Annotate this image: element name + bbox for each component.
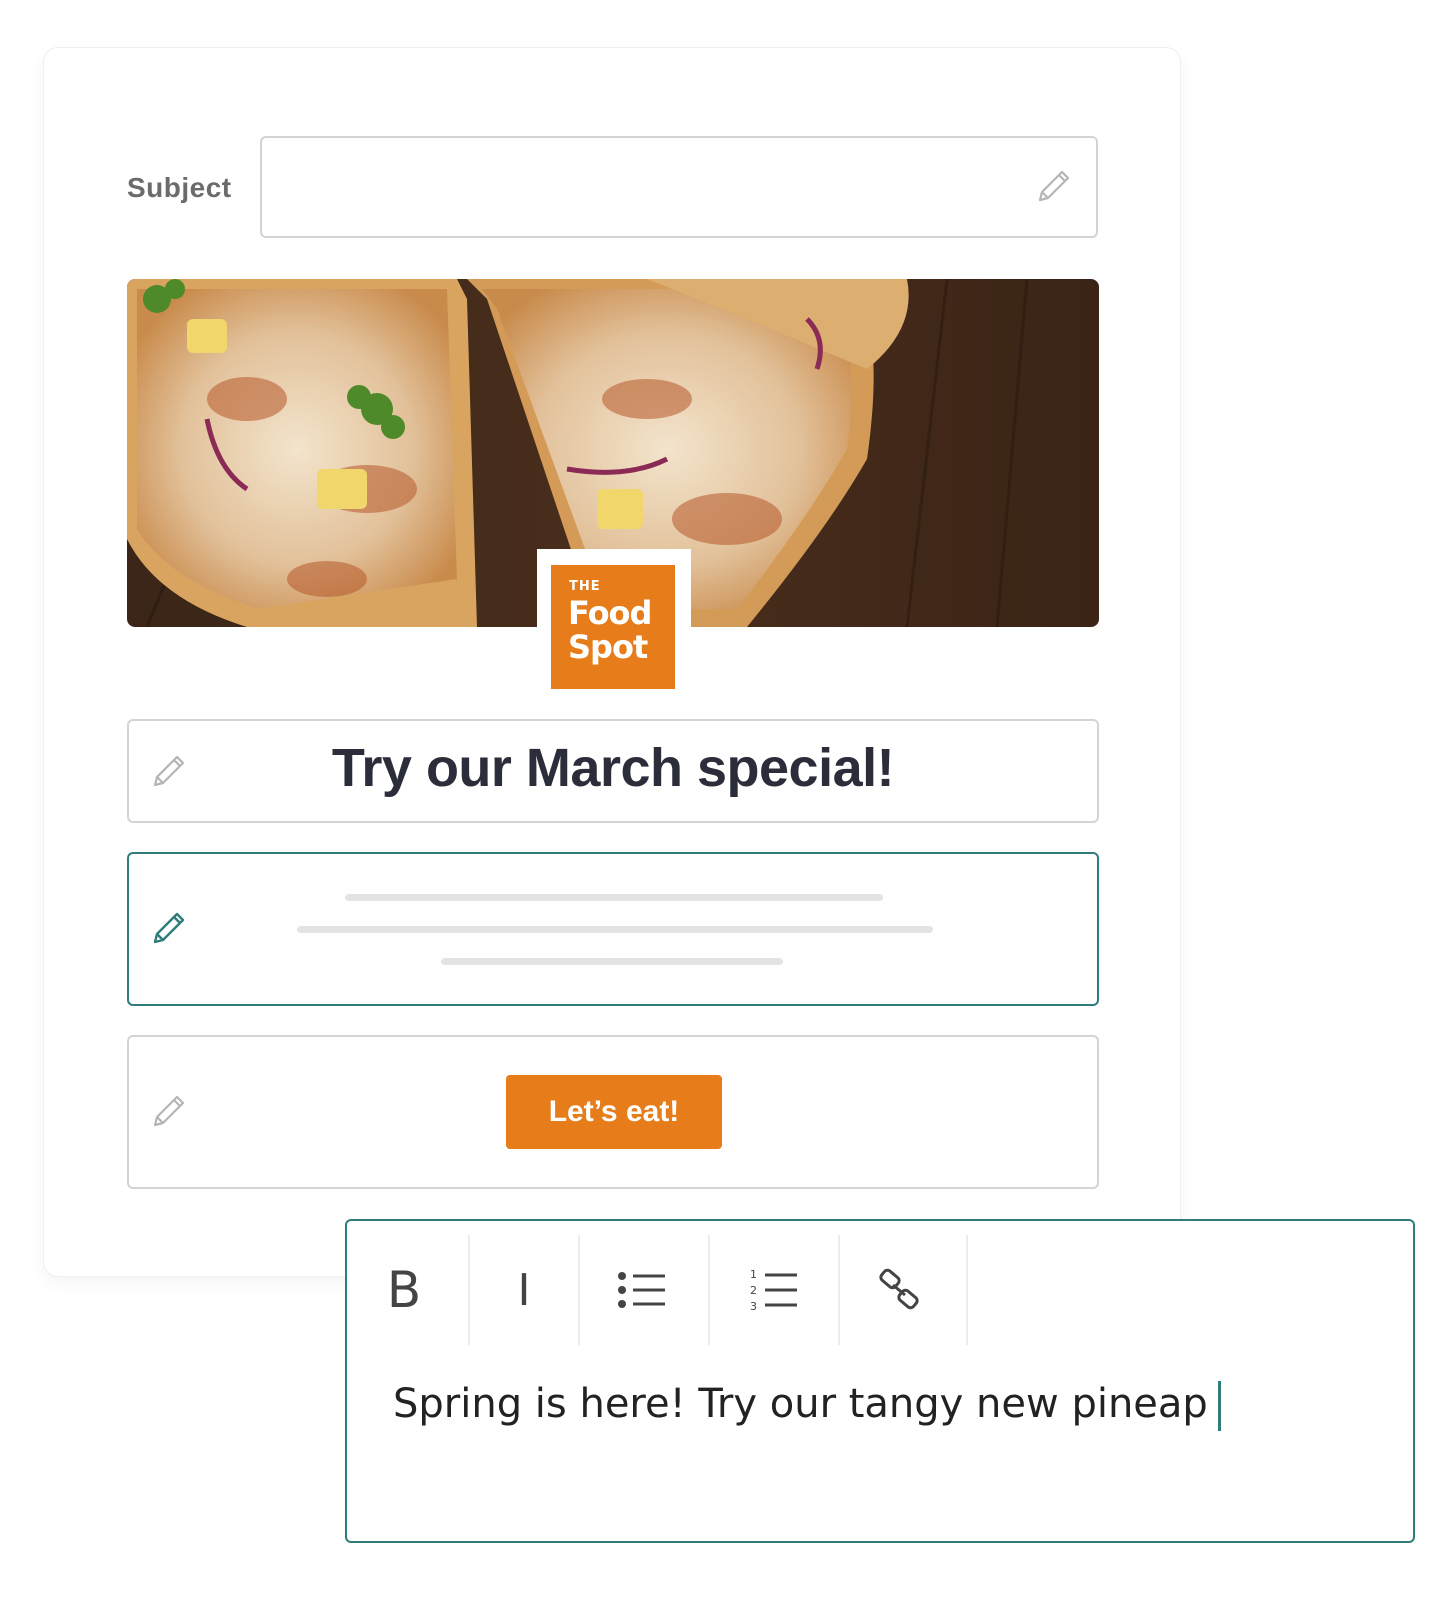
bullet-list-button[interactable] — [597, 1245, 687, 1335]
logo-line-3: Spot — [568, 628, 648, 666]
link-icon — [879, 1268, 919, 1310]
pencil-icon[interactable] — [147, 1089, 191, 1133]
text-placeholder-line — [297, 926, 933, 933]
numbered-list-icon: 1 2 3 — [750, 1268, 797, 1313]
subject-field[interactable] — [260, 136, 1098, 238]
toolbar-divider — [966, 1235, 968, 1345]
svg-text:3: 3 — [750, 1300, 757, 1313]
bold-button[interactable]: B — [359, 1245, 449, 1335]
rich-text-editor[interactable]: B I 1 2 3 Spring is here! Try our tangy ne… — [345, 1219, 1415, 1543]
insert-link-button[interactable] — [855, 1245, 945, 1335]
toolbar-divider — [708, 1235, 710, 1345]
editor-content[interactable]: Spring is here! Try our tangy new pineap — [393, 1381, 1221, 1431]
lets-eat-button[interactable]: Let’s eat! — [506, 1075, 722, 1149]
bullet-list-icon — [618, 1272, 665, 1308]
text-placeholder-line — [441, 958, 783, 965]
headline-block[interactable]: Try our March special! — [127, 719, 1099, 823]
button-block[interactable]: Let’s eat! — [127, 1035, 1099, 1189]
svg-text:2: 2 — [750, 1284, 757, 1297]
pencil-icon[interactable] — [147, 906, 191, 950]
editor-text: Spring is here! Try our tangy new pineap — [393, 1381, 1208, 1427]
logo-line-1: THE — [569, 579, 601, 594]
numbered-list-button[interactable]: 1 2 3 — [729, 1245, 819, 1335]
toolbar-divider — [838, 1235, 840, 1345]
toolbar-divider — [578, 1235, 580, 1345]
pencil-icon[interactable] — [1032, 164, 1076, 208]
logo-line-2: Food — [568, 594, 652, 632]
body-text-block[interactable] — [127, 852, 1099, 1006]
text-cursor — [1217, 1381, 1221, 1431]
svg-text:1: 1 — [750, 1268, 757, 1281]
text-placeholder-line — [345, 894, 883, 901]
food-spot-logo: THE Food Spot — [551, 565, 675, 689]
subject-label: Subject — [127, 172, 232, 203]
toolbar-divider — [468, 1235, 470, 1345]
italic-button[interactable]: I — [479, 1245, 569, 1335]
headline-text: Try our March special! — [331, 738, 895, 798]
subject-input[interactable] — [262, 138, 1096, 236]
